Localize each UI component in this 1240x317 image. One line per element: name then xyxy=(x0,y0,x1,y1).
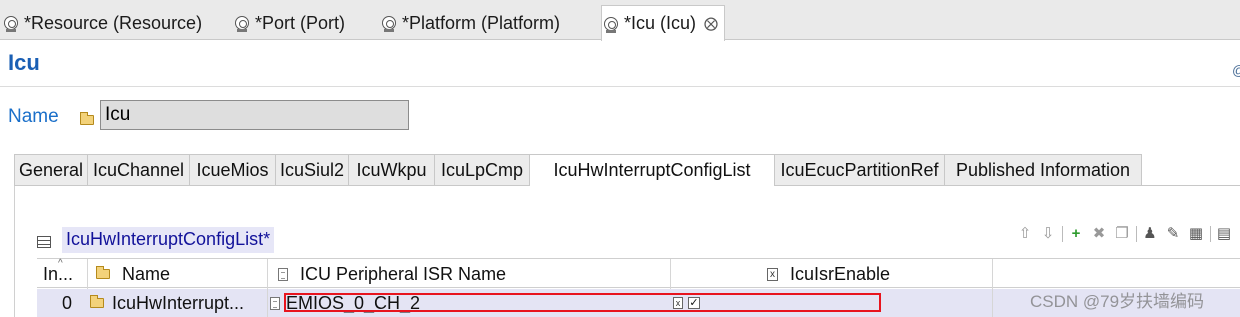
config-file-icon xyxy=(4,16,18,32)
tab-icusiul2[interactable]: IcuSiul2 xyxy=(275,154,348,186)
arrow-down-icon[interactable]: ⇩ xyxy=(1039,225,1057,243)
cell-isr-name[interactable]: EMIOS_0_CH_2 xyxy=(268,289,671,317)
editor-tab-resource[interactable]: *Resource (Resource) xyxy=(4,6,202,40)
text-field-icon xyxy=(278,267,288,281)
toolbar-separator xyxy=(1210,226,1211,242)
tab-label: IcueMios xyxy=(196,159,269,180)
cell-index: 0 xyxy=(61,292,72,313)
column-header-label: ICU Peripheral ISR Name xyxy=(300,263,507,284)
toolbar-separator xyxy=(1136,226,1137,242)
tab-label: IcuLpCmp xyxy=(440,159,524,180)
table-icon[interactable]: ▦ xyxy=(1187,225,1205,243)
column-header-name[interactable]: Name xyxy=(88,259,268,289)
cell-name[interactable]: IcuHwInterrupt... xyxy=(88,289,268,317)
copy-icon[interactable]: ❐ xyxy=(1113,225,1131,243)
tab-icuchannel[interactable]: IcuChannel xyxy=(87,154,189,186)
tab-label: IcuEcucPartitionRef xyxy=(780,159,939,180)
config-tab-bar: General IcuChannel IcueMios IcuSiul2 Icu… xyxy=(14,154,1240,187)
name-field[interactable] xyxy=(100,100,409,130)
editor-tab-label: *Resource (Resource) xyxy=(24,12,203,33)
isr-enable-checkbox[interactable]: ✓ xyxy=(688,297,700,309)
column-header-label: IcuIsrEnable xyxy=(790,263,891,284)
folder-icon xyxy=(80,112,94,125)
delete-icon[interactable]: ✖ xyxy=(1090,225,1108,243)
config-file-icon xyxy=(382,16,396,32)
edit-icon[interactable]: ✎ xyxy=(1164,225,1182,243)
table-toolbar: ⇧ ⇩ + ✖ ❐ ♟ ✎ ▦ ▤ xyxy=(1016,224,1238,244)
table-header: In... Name ICU Peripheral ISR Name x Icu… xyxy=(37,258,1240,289)
editor-tab-label: *Icu (Icu) xyxy=(624,13,697,33)
toolbar-separator xyxy=(1062,226,1063,242)
user-icon[interactable]: ♟ xyxy=(1141,225,1159,243)
name-label: Name xyxy=(8,106,59,127)
editor-tab-label: *Port (Port) xyxy=(255,12,346,33)
config-file-icon xyxy=(604,16,618,33)
boolean-icon: x xyxy=(673,297,683,309)
tab-label: IcuSiul2 xyxy=(279,159,345,180)
sort-caret-icon: ^ xyxy=(58,258,63,269)
watermark: CSDN @79岁扶墙编码 xyxy=(1030,292,1205,311)
tab-icuhwinterruptconfiglist[interactable]: IcuHwInterruptConfigList xyxy=(529,154,774,187)
tab-icuemios[interactable]: IcueMios xyxy=(189,154,275,186)
tab-icuecucpartitionref[interactable]: IcuEcucPartitionRef xyxy=(774,154,944,186)
tray-icon[interactable]: ▤ xyxy=(1215,225,1233,243)
folder-icon xyxy=(90,295,104,308)
tab-icuwkpu[interactable]: IcuWkpu xyxy=(348,154,434,186)
tab-published-information[interactable]: Published Information xyxy=(944,154,1142,186)
editor-tab-platform[interactable]: *Platform (Platform) xyxy=(382,6,560,40)
list-icon xyxy=(37,236,51,248)
column-header-label: Name xyxy=(122,263,171,284)
tab-label: IcuChannel xyxy=(92,159,185,180)
text-field-icon xyxy=(270,296,280,310)
editor-tab-bar: *Resource (Resource) *Port (Port) *Platf… xyxy=(0,0,1240,41)
cell-isr-enable[interactable]: x ✓ xyxy=(671,289,993,317)
editor-tab-icu[interactable]: *Icu (Icu) ⨂ xyxy=(601,5,726,41)
tab-label: IcuHwInterruptConfigList xyxy=(553,160,751,180)
help-icon[interactable]: @ xyxy=(1232,62,1240,78)
column-header-isr-name[interactable]: ICU Peripheral ISR Name xyxy=(268,259,671,289)
tab-iculpcmp[interactable]: IcuLpCmp xyxy=(434,154,529,186)
editor-tab-port[interactable]: *Port (Port) xyxy=(235,6,345,40)
section-title: IcuHwInterruptConfigList* xyxy=(62,227,275,253)
add-icon[interactable]: + xyxy=(1067,225,1085,243)
config-file-icon xyxy=(235,16,249,32)
arrow-up-icon[interactable]: ⇧ xyxy=(1016,225,1034,243)
tab-label: General xyxy=(18,159,84,180)
tab-general[interactable]: General xyxy=(14,154,87,186)
tab-label: IcuWkpu xyxy=(356,159,427,180)
folder-icon xyxy=(96,266,110,279)
header-divider xyxy=(0,86,1240,87)
editor-tab-label: *Platform (Platform) xyxy=(402,12,561,33)
cell-isr-name-text: EMIOS_0_CH_2 xyxy=(286,292,421,313)
boolean-icon: x xyxy=(767,267,778,281)
cell-name-text: IcuHwInterrupt... xyxy=(112,292,245,313)
tab-label: Published Information xyxy=(955,159,1131,180)
page-title: Icu xyxy=(8,50,40,75)
column-header-isr-enable[interactable]: x IcuIsrEnable xyxy=(671,259,993,289)
close-icon[interactable]: ⨂ xyxy=(704,15,718,32)
